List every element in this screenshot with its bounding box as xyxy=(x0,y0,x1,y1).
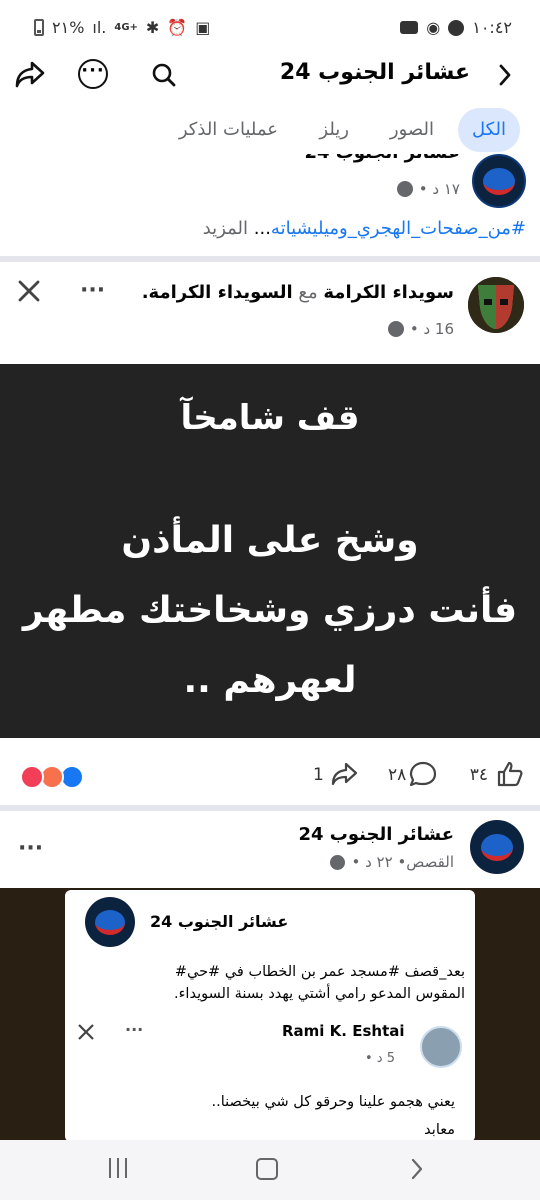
more-icon: ··· xyxy=(18,836,44,861)
more-icon: ··· xyxy=(81,60,105,81)
prev-post-text: #من_صفحات_الهجري_وميليشياته... المزيد xyxy=(203,218,526,239)
globe-icon xyxy=(396,181,413,197)
post-co-author[interactable]: السويداء الكرامة. xyxy=(142,282,293,303)
globe-icon xyxy=(330,854,346,870)
share-button[interactable] xyxy=(12,56,48,92)
card-text-1: بعد_قصف #مسجد عمر بن الخطاب في #حي# xyxy=(174,964,465,980)
prev-post-avatar[interactable] xyxy=(472,154,526,208)
comment-button[interactable] xyxy=(408,760,438,792)
shares-count: 1 xyxy=(313,765,324,785)
story-post-author[interactable]: عشائر الجنوب 24 xyxy=(298,824,454,845)
search-button[interactable] xyxy=(147,58,181,92)
lock-icon: ▣ xyxy=(195,18,211,37)
love-reaction-icon[interactable] xyxy=(20,765,44,789)
globe-icon xyxy=(387,321,404,337)
comment-icon xyxy=(409,761,437,787)
prev-post-title: عشائر الجنوب 24 xyxy=(304,154,460,163)
ellipsis: ... xyxy=(253,218,271,239)
share-arrow-icon xyxy=(331,762,358,786)
tab-reels[interactable]: ريلز xyxy=(319,108,349,152)
youtube-icon xyxy=(400,21,419,34)
more-button[interactable]: ··· xyxy=(78,59,108,89)
card-avatar xyxy=(85,897,135,947)
share-icon xyxy=(15,61,45,88)
comments-count: ٢٨ xyxy=(388,765,407,785)
share-post-button[interactable] xyxy=(330,760,358,792)
post-meta: 16 د • xyxy=(387,320,454,338)
hashtag-link[interactable]: #من_صفحات_الهجري_وميليشياته xyxy=(271,218,526,239)
comment-text-1: يعني هجمو علينا وحرقو كل شي بيخصنا.. xyxy=(211,1094,455,1110)
close-icon xyxy=(78,1024,94,1040)
tab-photos[interactable]: الصور xyxy=(390,108,434,152)
comment-avatar xyxy=(420,1026,462,1068)
status-right: ◉ ١٠:٤٢ xyxy=(400,18,512,37)
story-post-meta: القصص• ٢٢ د • xyxy=(330,853,454,871)
search-icon xyxy=(152,63,176,87)
likes-count: ٣٤ xyxy=(469,765,488,785)
tab-all[interactable]: الكل xyxy=(457,108,520,152)
close-icon xyxy=(18,280,40,302)
with-word: مع xyxy=(298,282,318,303)
status-left: ٢١% ıl. 4G+ ✱ ⏰ ▣ xyxy=(34,18,210,37)
card-text-2: المقوس المدعو رامي أشتي يهدد بسنة السويد… xyxy=(174,986,465,1002)
back-button[interactable] xyxy=(490,60,520,90)
story-post-meta-text: القصص• ٢٢ د • xyxy=(351,853,454,871)
recents-icon xyxy=(109,1158,127,1182)
quote-line-1: قف شامخآ xyxy=(180,398,360,438)
prev-post-meta: ١٧ د • xyxy=(396,180,460,198)
network-type: 4G+ xyxy=(114,22,138,33)
quote-line-3: فأنت درزي وشخاختك مطهر xyxy=(22,590,518,631)
story-more-button[interactable]: ··· xyxy=(18,836,43,861)
comment-time: 5 د • xyxy=(365,1051,396,1066)
see-more-link[interactable]: المزيد xyxy=(203,218,248,239)
quote-line-2: وشخ على المأذن xyxy=(121,520,419,561)
clock-time: ١٠:٤٢ xyxy=(472,18,512,37)
home-button[interactable] xyxy=(256,1158,278,1180)
divider xyxy=(0,256,540,262)
bluetooth-icon: ✱ xyxy=(145,18,160,37)
tab-mentions[interactable]: عمليات الذكر xyxy=(179,108,278,152)
back-nav-button[interactable] xyxy=(410,1158,430,1182)
post-header-line: سويداء الكرامة مع السويداء الكرامة. xyxy=(142,282,454,303)
comment-text-2: معابد xyxy=(424,1122,455,1138)
post-more-button[interactable]: ··· xyxy=(80,278,105,303)
back-nav-icon xyxy=(411,1158,423,1180)
battery-icon xyxy=(34,19,44,36)
page-title: عشائر الجنوب 24 xyxy=(279,60,470,85)
more-icon: ··· xyxy=(80,278,106,303)
story-post-avatar[interactable] xyxy=(470,820,524,874)
recents-button[interactable] xyxy=(104,1158,132,1182)
post-avatar[interactable] xyxy=(468,277,524,333)
hide-post-button[interactable] xyxy=(14,276,44,306)
more-icon: ··· xyxy=(125,1020,144,1039)
alarm-icon: ⏰ xyxy=(167,18,188,37)
battery-percent: ٢١% xyxy=(52,18,85,37)
comment-close xyxy=(76,1022,96,1046)
divider xyxy=(0,805,540,811)
signal-icon: ıl. xyxy=(92,18,107,37)
comment-author: Rami K. Eshtai xyxy=(282,1022,405,1040)
prev-post: عشائر الجنوب 24 ١٧ د • #من_صفحات_الهجري_… xyxy=(0,154,540,256)
mask-avatar-icon xyxy=(468,277,524,333)
quote-line-4: لعهرهم .. xyxy=(183,660,357,701)
prev-post-time: ١٧ د • xyxy=(418,180,460,198)
comment-more: ··· xyxy=(125,1020,143,1039)
home-icon xyxy=(256,1158,278,1180)
card-author: عشائر الجنوب 24 xyxy=(150,912,289,931)
logo-icon xyxy=(95,909,125,935)
like-button[interactable] xyxy=(496,760,524,788)
back-chevron-icon xyxy=(499,64,511,86)
logo-icon xyxy=(483,167,515,195)
post-author[interactable]: سويداء الكرامة xyxy=(323,282,454,303)
telegram-icon xyxy=(448,19,465,36)
logo-icon xyxy=(481,833,513,861)
post-time: 16 د • xyxy=(409,320,454,338)
like-icon xyxy=(497,761,523,787)
app-icon: ◉ xyxy=(426,18,441,37)
